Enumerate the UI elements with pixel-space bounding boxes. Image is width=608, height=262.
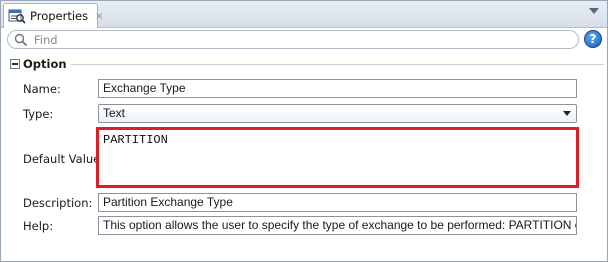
- search-icon: [14, 33, 28, 47]
- type-select[interactable]: Text: [98, 104, 577, 123]
- section-title: Option: [23, 57, 67, 71]
- name-label: Name:: [23, 82, 61, 96]
- type-label: Type:: [23, 107, 54, 121]
- dropdown-arrow-icon: [563, 111, 571, 116]
- section-divider: [71, 64, 604, 65]
- close-icon[interactable]: ×: [95, 11, 103, 22]
- search-input[interactable]: [34, 32, 554, 47]
- description-label: Description:: [23, 196, 93, 210]
- section-option-header[interactable]: Option: [5, 56, 605, 72]
- default-value-highlight: [96, 127, 579, 188]
- panel-titlebar: Properties ×: [1, 1, 607, 28]
- name-field[interactable]: Exchange Type: [98, 79, 577, 98]
- collapse-icon[interactable]: [10, 59, 20, 69]
- default-value-label: Default Value:: [23, 152, 105, 166]
- type-selected-value: Text: [103, 106, 126, 120]
- search-box[interactable]: [7, 30, 579, 49]
- description-field[interactable]: Partition Exchange Type: [98, 193, 577, 212]
- panel-menu-icon[interactable]: [589, 8, 599, 14]
- properties-panel: Properties × ? Option Name: Exchange Typ…: [0, 0, 608, 262]
- tab-properties[interactable]: Properties ×: [3, 3, 104, 28]
- search-bar: ?: [1, 29, 607, 51]
- help-icon[interactable]: ?: [584, 30, 602, 48]
- tab-label: Properties: [30, 9, 89, 23]
- help-field[interactable]: This option allows the user to specify t…: [98, 216, 577, 235]
- properties-icon: [8, 8, 26, 24]
- help-label: Help:: [23, 219, 54, 233]
- default-value-field[interactable]: [99, 130, 576, 185]
